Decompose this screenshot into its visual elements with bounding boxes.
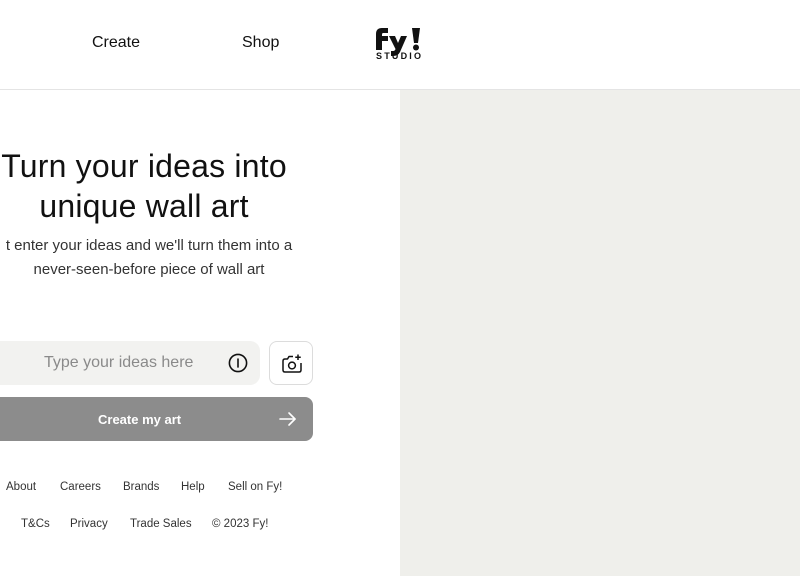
footer-copyright: © 2023 Fy! <box>212 518 269 530</box>
footer-careers-link[interactable]: Careers <box>60 481 101 493</box>
create-button-label: Create my art <box>98 412 182 427</box>
footer-help-link[interactable]: Help <box>181 481 205 493</box>
ideas-field <box>0 341 260 385</box>
hero-subtitle-line1: t enter your ideas and we'll turn them i… <box>5 237 293 254</box>
nav-shop-link[interactable]: Shop <box>242 34 279 52</box>
footer-trade-sales-link[interactable]: Trade Sales <box>130 518 192 530</box>
ideas-input[interactable] <box>0 341 220 385</box>
upload-photo-button[interactable] <box>269 341 313 385</box>
footer-privacy-link[interactable]: Privacy <box>70 518 108 530</box>
footer-about-link[interactable]: About <box>6 481 36 493</box>
footer-sell-link[interactable]: Sell on Fy! <box>228 481 282 493</box>
info-circle-icon[interactable] <box>228 353 248 373</box>
footer-brands-link[interactable]: Brands <box>123 481 159 493</box>
hero-subtitle: t enter your ideas and we'll turn them i… <box>0 234 314 282</box>
preview-panel <box>400 90 800 576</box>
hero-subtitle-line2: never-seen-before piece of wall art <box>33 261 265 278</box>
top-nav-bar: Create Shop STUDIO <box>0 0 800 90</box>
logo-studio-text: STUDIO <box>376 51 424 61</box>
nav-create-link[interactable]: Create <box>92 34 140 52</box>
footer-tcs-link[interactable]: T&Cs <box>21 518 50 530</box>
hero-title-line1: Turn your ideas into <box>1 148 287 184</box>
hero-title: Turn your ideas into unique wall art <box>0 146 294 226</box>
camera-add-icon <box>282 354 302 373</box>
hero-title-line2: unique wall art <box>39 188 249 224</box>
arrow-right-icon <box>279 412 296 426</box>
create-my-art-button[interactable]: Create my art <box>0 397 313 441</box>
